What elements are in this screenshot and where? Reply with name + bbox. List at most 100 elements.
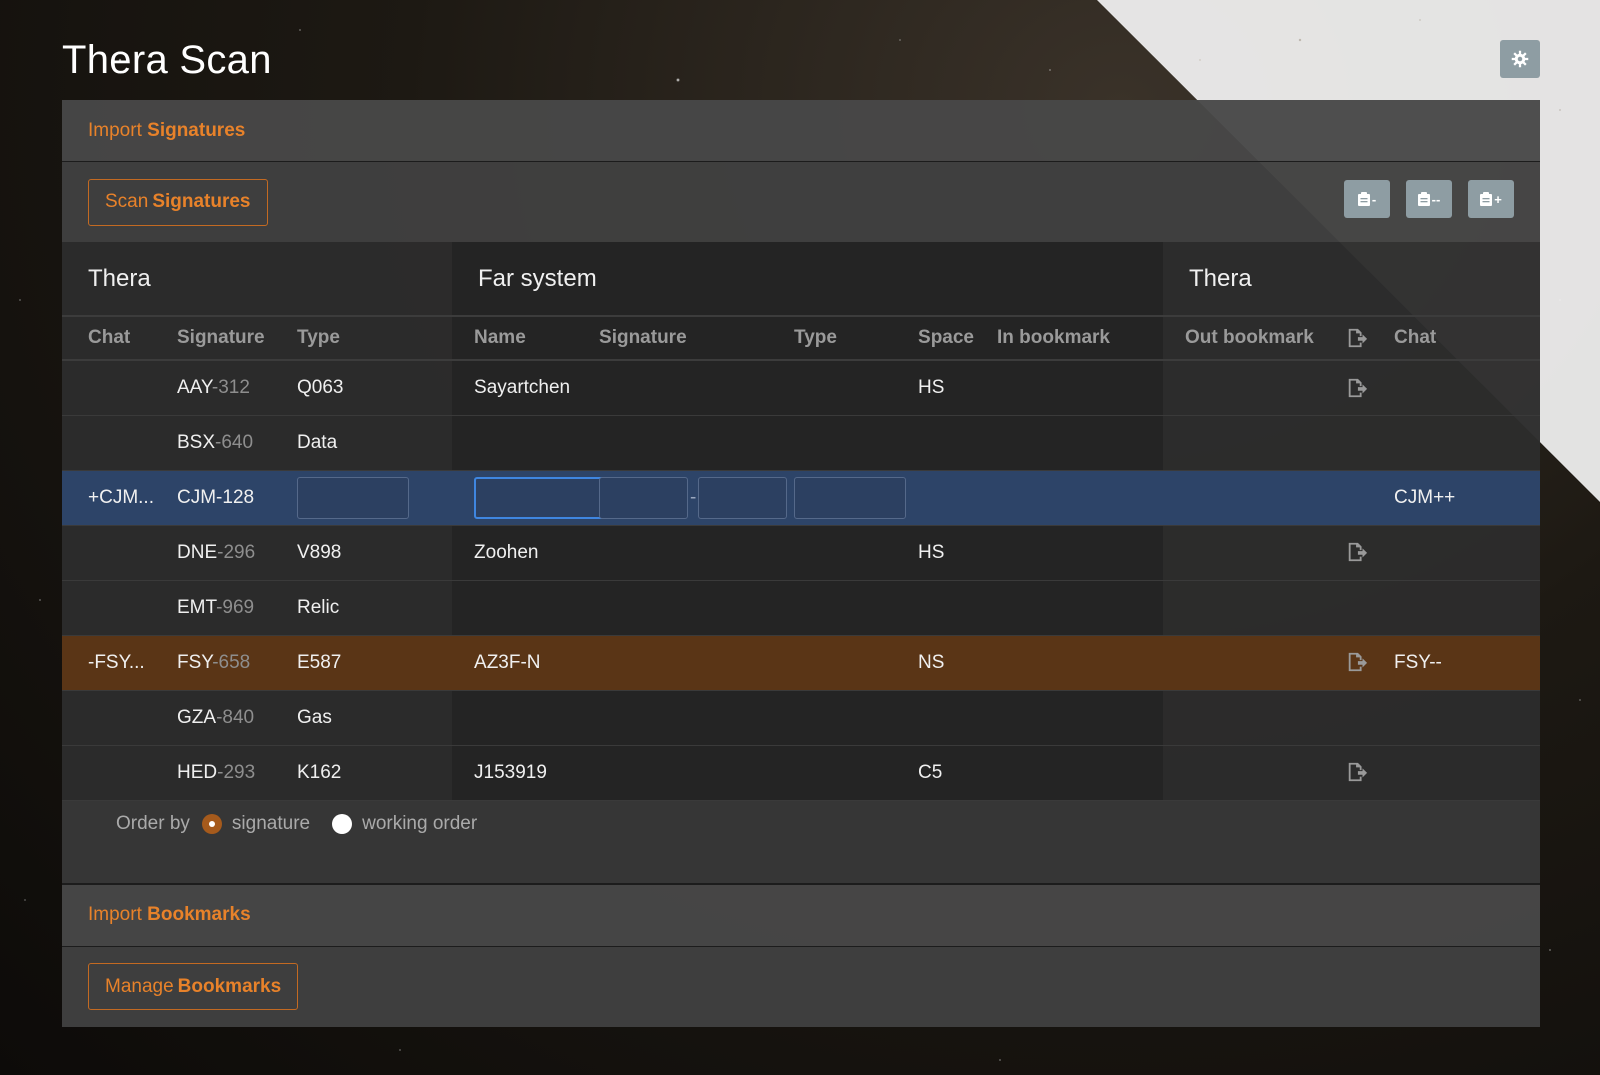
col-in-bookmark[interactable]: In bookmark bbox=[997, 316, 1164, 361]
cell-out-bookmark bbox=[1163, 745, 1347, 801]
cell-export[interactable] bbox=[1346, 525, 1395, 581]
cell-far-signature bbox=[599, 415, 795, 471]
table-row[interactable]: GZA-840 Gas bbox=[62, 690, 1541, 746]
import-signatures-header[interactable]: Import Signatures bbox=[62, 100, 1540, 162]
cell-name: AZ3F-N bbox=[452, 635, 600, 691]
cell-chat-right bbox=[1394, 580, 1541, 636]
radio-selected[interactable] bbox=[201, 813, 222, 834]
cell-far-signature bbox=[599, 525, 795, 581]
sig-suffix: -293 bbox=[217, 761, 256, 783]
cell-signature: FSY-658 bbox=[177, 635, 297, 691]
import-bookmarks-label: Bookmarks bbox=[147, 904, 251, 925]
cell-in-bookmark bbox=[997, 525, 1164, 581]
cell-export bbox=[1346, 580, 1395, 636]
sig-prefix: AAY bbox=[177, 376, 212, 398]
copy-added-button[interactable]: + bbox=[1468, 180, 1514, 218]
clipboard-buttons: - -- + bbox=[1344, 180, 1514, 218]
table-row[interactable]: BSX-640 Data bbox=[62, 415, 1541, 471]
cell-export[interactable] bbox=[1346, 360, 1395, 416]
col-far-signature[interactable]: Signature bbox=[599, 316, 795, 361]
cell-far-type bbox=[794, 635, 919, 691]
import-bookmarks-header[interactable]: Import Bookmarks bbox=[62, 884, 1540, 947]
far-type-input[interactable] bbox=[794, 476, 907, 519]
manage-button-label: Bookmarks bbox=[177, 975, 282, 997]
radio-unselected[interactable] bbox=[332, 813, 353, 834]
cell-out-bookmark bbox=[1163, 360, 1347, 416]
import-signatures-prefix: Import bbox=[88, 119, 142, 141]
col-signature[interactable]: Signature bbox=[177, 316, 297, 361]
cell-chat bbox=[62, 580, 177, 636]
cell-signature: HED-293 bbox=[177, 745, 297, 801]
order-by-bar: Order by signature working order bbox=[62, 800, 1540, 885]
export-icon bbox=[1348, 378, 1368, 397]
sig-prefix: CJM-128 bbox=[177, 486, 255, 508]
export-icon bbox=[1348, 543, 1368, 562]
order-option-label: working order bbox=[362, 812, 478, 834]
clipboard-suffix: - bbox=[1371, 191, 1377, 207]
cell-chat bbox=[62, 415, 177, 471]
col-name[interactable]: Name bbox=[452, 316, 600, 361]
table-row[interactable]: DNE-296 V898 Zoohen HS bbox=[62, 525, 1541, 581]
export-icon bbox=[1348, 653, 1368, 672]
cell-in-bookmark bbox=[997, 360, 1164, 416]
manage-bookmarks-button[interactable]: Manage Bookmarks bbox=[88, 963, 299, 1010]
cell-in-bookmark bbox=[997, 745, 1164, 801]
scan-signatures-button[interactable]: Scan Signatures bbox=[88, 178, 268, 226]
cell-type: E587 bbox=[297, 635, 453, 691]
import-signatures-label: Signatures bbox=[147, 119, 246, 141]
cell-out-bookmark bbox=[1163, 415, 1347, 471]
cell-far-type bbox=[794, 470, 919, 526]
table-row[interactable]: HED-293 K162 J153919 C5 bbox=[62, 745, 1541, 801]
group-thera-right: Thera bbox=[1163, 242, 1541, 317]
order-option-working-order[interactable]: working order bbox=[332, 811, 477, 835]
cell-chat-right bbox=[1394, 525, 1541, 581]
clipboard-suffix: -- bbox=[1431, 191, 1441, 207]
sig-suffix: -969 bbox=[216, 596, 255, 618]
col-chat[interactable]: Chat bbox=[62, 316, 177, 361]
col-far-type[interactable]: Type bbox=[794, 316, 919, 361]
name-input[interactable] bbox=[474, 476, 612, 519]
table-row[interactable]: EMT-969 Relic bbox=[62, 580, 1541, 636]
cell-space: C5 bbox=[918, 745, 998, 801]
cell-far-type bbox=[794, 360, 919, 416]
cell-space bbox=[918, 580, 998, 636]
copy-removed-all-button[interactable]: -- bbox=[1406, 180, 1452, 218]
cell-signature: DNE-296 bbox=[177, 525, 297, 581]
cell-chat-right bbox=[1394, 690, 1541, 746]
cell-out-bookmark bbox=[1163, 690, 1347, 746]
settings-button[interactable] bbox=[1500, 40, 1540, 78]
table-row-removed[interactable]: -FSY... FSY-658 E587 AZ3F-N NS FSY-- bbox=[62, 635, 1541, 691]
cell-chat bbox=[62, 690, 177, 746]
order-option-signature[interactable]: signature bbox=[201, 811, 310, 835]
cell-type bbox=[297, 470, 453, 526]
sig-suffix: -658 bbox=[212, 651, 251, 673]
col-chat-right[interactable]: Chat bbox=[1394, 316, 1541, 361]
cell-far-signature bbox=[599, 635, 795, 691]
copy-removed-button[interactable]: - bbox=[1344, 180, 1390, 218]
import-bookmarks-prefix: Import bbox=[88, 904, 142, 925]
table-row[interactable]: AAY-312 Q063 Sayartchen HS bbox=[62, 360, 1541, 416]
col-space[interactable]: Space bbox=[918, 316, 998, 361]
cell-export bbox=[1346, 690, 1395, 746]
page-title: Thera Scan bbox=[62, 38, 272, 82]
col-out-bookmark[interactable]: Out bookmark bbox=[1163, 316, 1347, 361]
cell-export[interactable] bbox=[1346, 635, 1395, 691]
far-signature-prefix-input[interactable] bbox=[599, 476, 689, 519]
cell-space: HS bbox=[918, 360, 998, 416]
cell-space bbox=[918, 690, 998, 746]
sig-suffix: -312 bbox=[211, 376, 250, 398]
group-far-system: Far system bbox=[452, 242, 1164, 317]
cell-name: J153919 bbox=[452, 745, 600, 801]
type-input[interactable] bbox=[297, 476, 409, 519]
cell-far-type bbox=[794, 690, 919, 746]
cell-export[interactable] bbox=[1346, 745, 1395, 801]
clipboard-icon bbox=[1357, 192, 1370, 206]
cell-signature: EMT-969 bbox=[177, 580, 297, 636]
col-type[interactable]: Type bbox=[297, 316, 453, 361]
sig-prefix: DNE bbox=[177, 541, 218, 563]
table-row-selected[interactable]: +CJM... CJM-128 - CJM++ bbox=[62, 470, 1541, 526]
signatures-toolbar: Scan Signatures - -- + bbox=[62, 162, 1540, 242]
cell-chat-right: FSY-- bbox=[1394, 635, 1541, 691]
far-signature-suffix-input[interactable] bbox=[698, 476, 788, 519]
cell-chat-right bbox=[1394, 415, 1541, 471]
